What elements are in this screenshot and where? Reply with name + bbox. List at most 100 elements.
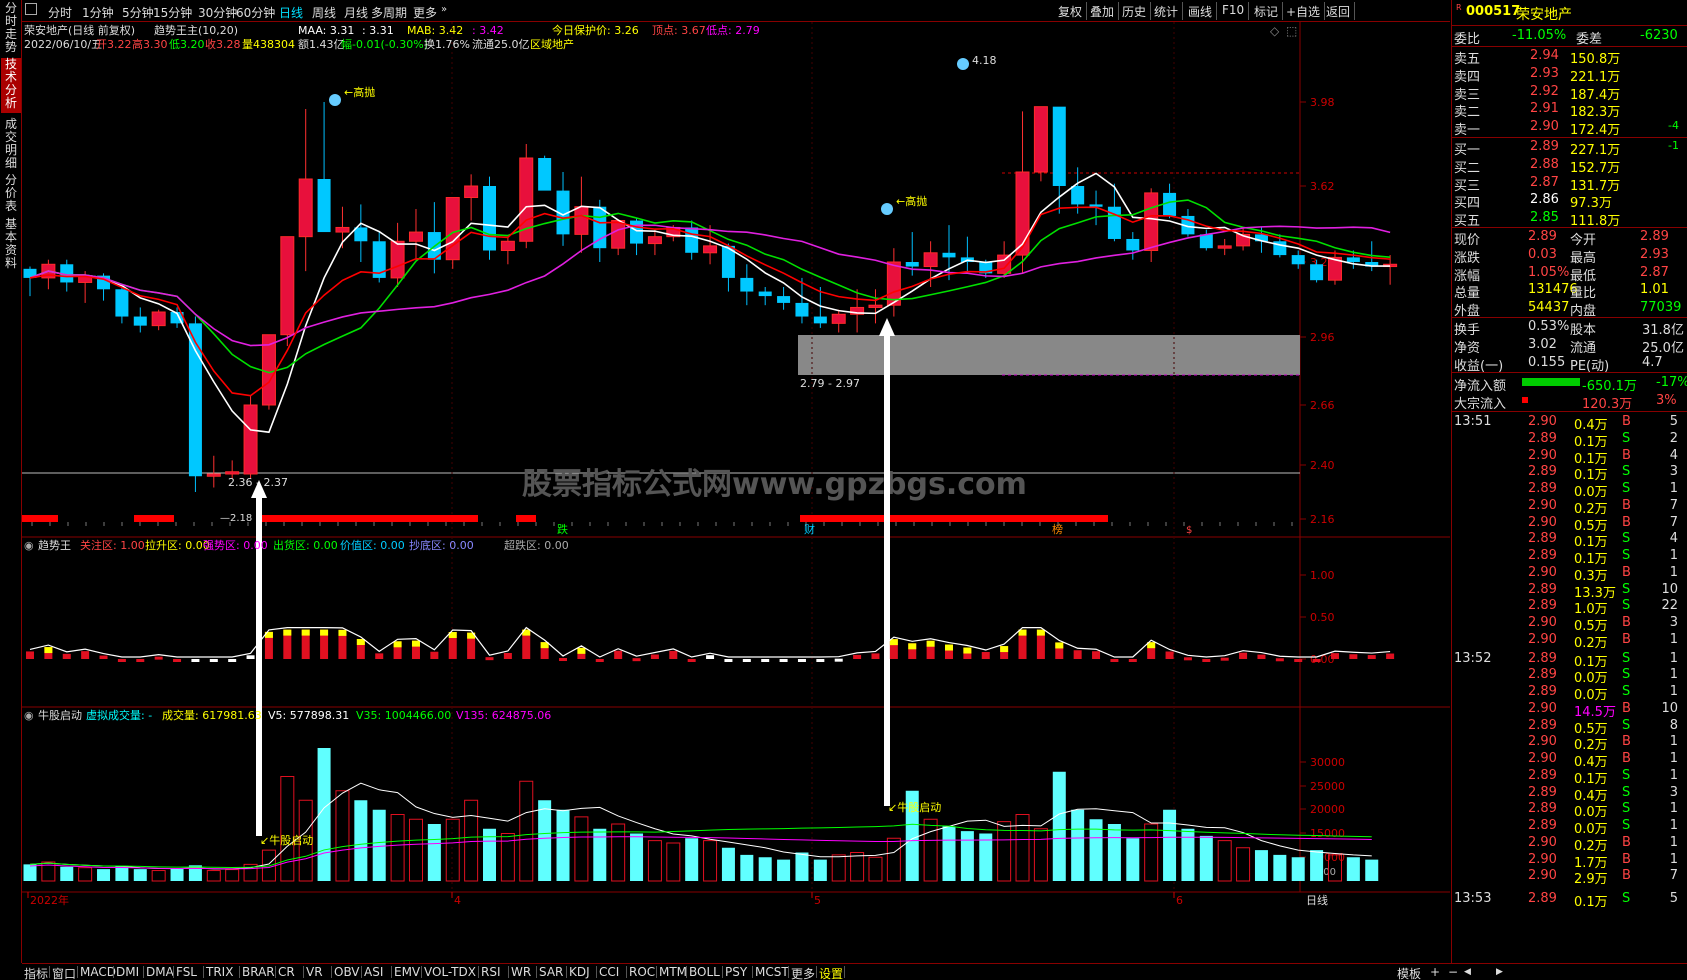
candle-body[interactable] — [831, 313, 846, 324]
indicator-tab-14[interactable]: RSI — [481, 965, 501, 979]
indicator-tab-1[interactable]: 窗口 — [52, 965, 76, 980]
template-button[interactable]: 模板 — [1397, 965, 1421, 980]
candle-body[interactable] — [1071, 186, 1085, 205]
period-1[interactable]: 1分钟 — [82, 4, 114, 21]
candle-body[interactable] — [813, 316, 827, 324]
candle-body[interactable] — [777, 296, 791, 303]
diamond-icon[interactable]: ◇ — [1270, 24, 1280, 38]
candle-body[interactable] — [354, 227, 368, 242]
plus-icon[interactable]: + — [1430, 965, 1440, 979]
scroll-right-icon[interactable]: ▶ — [1496, 967, 1503, 977]
indicator-tab-22[interactable]: PSY — [725, 965, 747, 979]
candle-body[interactable] — [758, 291, 772, 297]
tab-trades[interactable]: 成交明细 — [1, 118, 21, 170]
candle-body[interactable] — [464, 185, 479, 199]
tab-price-table[interactable]: 分价表 — [1, 174, 21, 214]
candle-body[interactable] — [1052, 106, 1066, 186]
collapse-icon[interactable]: ⬚ — [1286, 24, 1297, 38]
indicator-tab-9[interactable]: VR — [306, 965, 323, 979]
candle-body[interactable] — [500, 240, 515, 251]
candle-body[interactable] — [1107, 206, 1121, 239]
candle-body[interactable] — [1144, 192, 1159, 251]
collapse-icon[interactable]: ◉ — [24, 709, 34, 722]
toolbar-button-5[interactable]: F10 — [1218, 2, 1250, 20]
indicator-tab-20[interactable]: MTM — [659, 965, 687, 979]
candle-body[interactable] — [390, 240, 405, 279]
period-0[interactable]: 分时 — [48, 4, 72, 21]
tab-intraday[interactable]: 分时走势 — [1, 2, 21, 54]
candle-body[interactable] — [1217, 245, 1232, 249]
toolbar-button-4[interactable]: 画线 — [1184, 2, 1218, 20]
candle-body[interactable] — [1199, 234, 1213, 249]
indicator-tab-24[interactable]: 更多 — [791, 965, 815, 980]
candle-body[interactable] — [317, 179, 331, 233]
candle-body[interactable] — [1163, 192, 1177, 216]
indicator-tab-23[interactable]: MCST — [755, 965, 789, 979]
indicator-tab-6[interactable]: TRIX — [206, 965, 233, 979]
indicator-tab-25[interactable]: 设置 — [819, 965, 843, 980]
indicator-tab-17[interactable]: KDJ — [569, 965, 590, 979]
candle-body[interactable] — [1291, 255, 1305, 265]
toolbar-button-0[interactable]: 复权 — [1054, 2, 1088, 20]
tab-technical[interactable]: 技术分析 — [1, 58, 21, 113]
period-2[interactable]: 5分钟 — [122, 4, 154, 21]
indicator-tab-3[interactable]: DMI — [116, 965, 139, 979]
candle-body[interactable] — [445, 197, 460, 261]
candle-body[interactable] — [1089, 204, 1103, 207]
scroll-left-icon[interactable]: ◀ — [1464, 967, 1471, 977]
indicator-tab-0[interactable]: 指标 — [24, 965, 48, 980]
candle-body[interactable] — [942, 252, 956, 258]
indicator-tab-18[interactable]: CCI — [599, 965, 619, 979]
toolbar-button-3[interactable]: 统计 — [1150, 2, 1184, 20]
indicator-tab-2[interactable]: MACD — [80, 965, 116, 979]
candle-body[interactable] — [1126, 238, 1140, 251]
candle-body[interactable] — [133, 316, 147, 326]
candle-body[interactable] — [905, 262, 919, 267]
candle-body[interactable] — [538, 158, 552, 191]
candle-body[interactable] — [740, 277, 754, 292]
period-4[interactable]: 30分钟 — [198, 4, 237, 21]
toolbar-button-2[interactable]: 历史 — [1118, 2, 1152, 20]
toolbar-button-1[interactable]: 叠加 — [1086, 2, 1120, 20]
menu-icon[interactable] — [25, 3, 37, 15]
candle-body[interactable] — [483, 186, 496, 251]
indicator-tab-4[interactable]: DMA — [146, 965, 174, 979]
candle-body[interactable] — [868, 304, 883, 308]
indicator-tab-8[interactable]: CR — [278, 965, 295, 979]
candle-body[interactable] — [408, 231, 423, 242]
kline-chart[interactable]: 荣安地产(日线 前复权) 趋势王主(10,20) MAA: 3.31: 3.31 MA… — [22, 22, 1450, 963]
toolbar-button-6[interactable]: 标记 — [1250, 2, 1284, 20]
indicator-tab-12[interactable]: EMV — [394, 965, 420, 979]
collapse-icon[interactable]: ◉ — [24, 539, 34, 552]
indicator-tab-19[interactable]: ROC — [629, 965, 655, 979]
candle-body[interactable] — [574, 206, 589, 235]
candle-body[interactable] — [630, 220, 644, 244]
candle-body[interactable] — [298, 178, 313, 238]
indicator-tab-11[interactable]: ASI — [364, 965, 383, 979]
candle-body[interactable] — [923, 252, 938, 268]
chevron-right-icon[interactable]: » — [441, 4, 447, 15]
indicator-tab-5[interactable]: FSL — [176, 965, 197, 979]
candle-body[interactable] — [243, 404, 258, 475]
candle-body[interactable] — [795, 302, 809, 317]
chart-area[interactable]: 荣安地产(日线 前复权) 趋势王主(10,20) MAA: 3.31: 3.31 MA… — [22, 22, 1450, 963]
candle-body[interactable] — [1033, 106, 1048, 173]
indicator-tab-15[interactable]: WR — [511, 965, 531, 979]
period-10[interactable]: 更多 — [413, 4, 437, 21]
indicator-tab-16[interactable]: SAR — [539, 965, 563, 979]
period-6[interactable]: 日线 — [279, 4, 303, 21]
toolbar-button-7[interactable]: +自选 — [1282, 2, 1326, 20]
toolbar-button-8[interactable]: 返回 — [1322, 2, 1356, 20]
candle-body[interactable] — [280, 236, 295, 336]
candle-body[interactable] — [225, 471, 240, 475]
candle-body[interactable] — [611, 220, 626, 249]
candle-body[interactable] — [703, 245, 718, 254]
candle-body[interactable] — [685, 227, 699, 253]
period-7[interactable]: 周线 — [312, 4, 336, 21]
indicator-tab-21[interactable]: BOLL — [689, 965, 720, 979]
candle-body[interactable] — [188, 323, 202, 477]
period-5[interactable]: 60分钟 — [236, 4, 275, 21]
candle-body[interactable] — [1310, 264, 1324, 281]
period-9[interactable]: 多周期 — [371, 4, 407, 21]
candle-body[interactable] — [206, 473, 221, 477]
